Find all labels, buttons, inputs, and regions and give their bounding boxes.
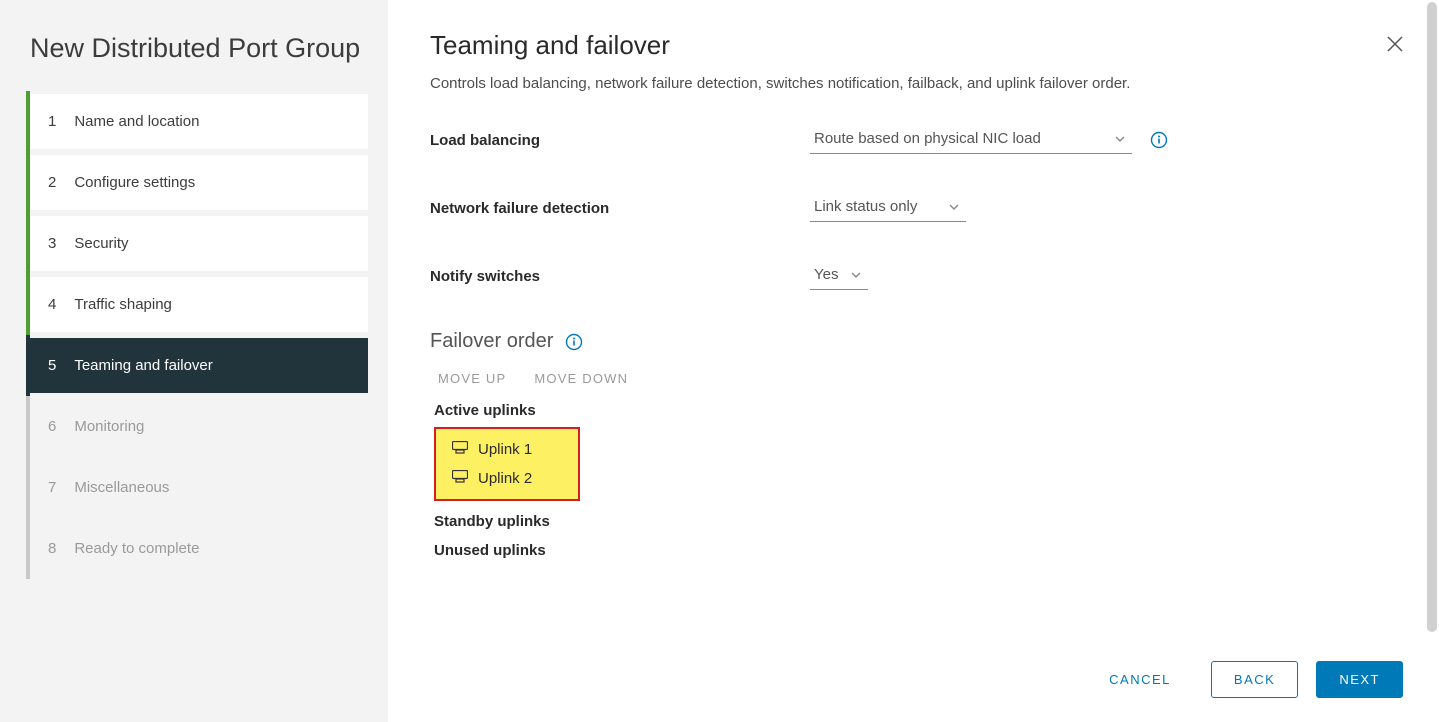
uplink-item[interactable]: Uplink 2 xyxy=(436,464,578,493)
step-number: 3 xyxy=(48,235,66,252)
step-label: Security xyxy=(74,235,128,252)
back-button[interactable]: BACK xyxy=(1211,661,1298,698)
wizard-step-6: 6 Monitoring xyxy=(30,399,368,454)
step-number: 6 xyxy=(48,418,66,435)
info-icon[interactable] xyxy=(565,333,583,351)
move-up-button[interactable]: MOVE UP xyxy=(438,371,506,386)
wizard-step-4[interactable]: 4 Traffic shaping xyxy=(30,277,368,332)
info-icon[interactable] xyxy=(1150,131,1168,149)
next-button[interactable]: NEXT xyxy=(1316,661,1403,698)
uplink-item[interactable]: Uplink 1 xyxy=(436,435,578,464)
step-label: Monitoring xyxy=(74,418,144,435)
step-number: 2 xyxy=(48,174,66,191)
select-notify-switches-value: Yes xyxy=(814,266,838,283)
wizard-content: Teaming and failover Controls load balan… xyxy=(388,0,1439,722)
select-load-balancing[interactable]: Route based on physical NIC load xyxy=(810,126,1132,154)
label-notify-switches: Notify switches xyxy=(430,268,810,285)
page-heading: Teaming and failover xyxy=(430,30,1393,61)
row-notify-switches: Notify switches Yes xyxy=(430,262,1393,290)
step-number: 4 xyxy=(48,296,66,313)
step-label: Traffic shaping xyxy=(74,296,172,313)
step-number: 7 xyxy=(48,479,66,496)
step-label: Miscellaneous xyxy=(74,479,169,496)
wizard-step-3[interactable]: 3 Security xyxy=(30,216,368,271)
select-network-failure-detection[interactable]: Link status only xyxy=(810,194,966,222)
chevron-down-icon xyxy=(948,200,960,217)
step-label: Ready to complete xyxy=(74,540,199,557)
wizard-step-8: 8 Ready to complete xyxy=(30,521,368,576)
move-down-button[interactable]: MOVE DOWN xyxy=(534,371,628,386)
uplink-item-label: Uplink 1 xyxy=(478,441,532,458)
uplink-icon xyxy=(452,470,468,487)
standby-uplinks-label: Standby uplinks xyxy=(434,513,1393,530)
scrollbar[interactable] xyxy=(1427,2,1437,632)
step-number: 8 xyxy=(48,540,66,557)
active-uplinks-label: Active uplinks xyxy=(434,402,1393,419)
wizard-steps: 1 Name and location 2 Configure settings 3… xyxy=(30,94,368,576)
wizard-footer: CANCEL BACK NEXT xyxy=(1087,661,1403,698)
cancel-button[interactable]: CANCEL xyxy=(1087,662,1193,697)
wizard-step-7: 7 Miscellaneous xyxy=(30,460,368,515)
select-load-balancing-value: Route based on physical NIC load xyxy=(814,130,1041,147)
label-network-failure-detection: Network failure detection xyxy=(430,200,810,217)
failover-order-heading: Failover order xyxy=(430,330,1393,353)
active-uplinks-highlight: Uplink 1 Uplink 2 xyxy=(434,427,580,501)
wizard-step-1[interactable]: 1 Name and location xyxy=(30,94,368,149)
unused-uplinks-label: Unused uplinks xyxy=(434,542,1393,559)
select-network-failure-detection-value: Link status only xyxy=(814,198,917,215)
step-label: Configure settings xyxy=(74,174,195,191)
wizard-step-5[interactable]: 5 Teaming and failover xyxy=(30,338,368,393)
step-number: 1 xyxy=(48,113,66,130)
move-buttons: MOVE UP MOVE DOWN xyxy=(430,371,1393,386)
page-description: Controls load balancing, network failure… xyxy=(430,75,1393,92)
step-number: 5 xyxy=(48,357,66,374)
row-network-failure-detection: Network failure detection Link status on… xyxy=(430,194,1393,222)
wizard-step-2[interactable]: 2 Configure settings xyxy=(30,155,368,210)
chevron-down-icon xyxy=(1114,132,1126,149)
select-notify-switches[interactable]: Yes xyxy=(810,262,868,290)
close-icon[interactable] xyxy=(1385,34,1405,59)
wizard-title: New Distributed Port Group xyxy=(30,32,368,66)
uplink-icon xyxy=(452,441,468,458)
uplink-item-label: Uplink 2 xyxy=(478,470,532,487)
step-label: Name and location xyxy=(74,113,199,130)
wizard-sidebar: New Distributed Port Group 1 Name and lo… xyxy=(0,0,388,722)
row-load-balancing: Load balancing Route based on physical N… xyxy=(430,126,1393,154)
chevron-down-icon xyxy=(850,268,862,285)
label-load-balancing: Load balancing xyxy=(430,132,810,149)
step-label: Teaming and failover xyxy=(74,357,212,374)
failover-order-label: Failover order xyxy=(430,330,553,353)
wizard-modal: New Distributed Port Group 1 Name and lo… xyxy=(0,0,1439,722)
